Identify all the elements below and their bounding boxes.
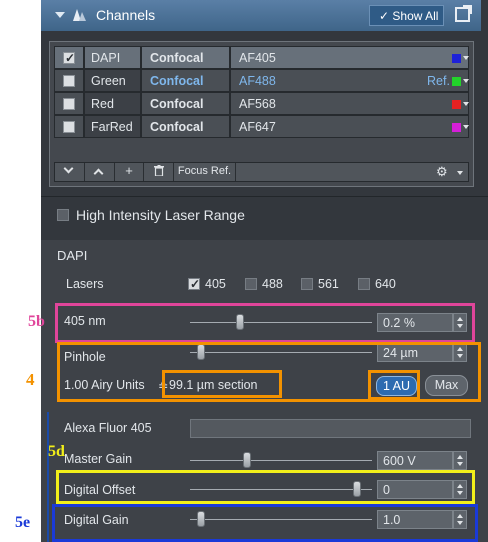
channel-dye-cell[interactable]: AF647	[230, 115, 469, 138]
annotation-label-4: 4	[26, 370, 35, 389]
channel-row-green[interactable]: Green Confocal AF488 Ref.	[54, 69, 469, 92]
annotation-box-section	[162, 370, 282, 398]
channel-color-swatch[interactable]	[452, 123, 461, 132]
channel-name[interactable]: DAPI	[84, 46, 141, 69]
channel-dye-cell[interactable]: AF568	[230, 92, 469, 115]
settings-dropdown-icon[interactable]	[457, 171, 463, 175]
channel-mode[interactable]: Confocal	[141, 92, 230, 115]
channels-header[interactable]: Channels ✓ Show All	[41, 0, 481, 31]
focus-ref-button[interactable]: Focus Ref.	[174, 163, 236, 181]
channel-color-swatch[interactable]	[452, 54, 461, 63]
master-gain-label: Master Gain	[64, 452, 133, 466]
channel-row-red[interactable]: Red Confocal AF568	[54, 92, 469, 115]
laser-label: 405	[205, 277, 226, 291]
channel-checkbox[interactable]	[63, 75, 75, 87]
annotation-box-5e	[52, 504, 478, 542]
channel-name[interactable]: Green	[84, 69, 141, 92]
checkbox-box[interactable]	[57, 209, 69, 221]
channel-dye: AF405	[239, 51, 276, 65]
channel-checkbox[interactable]	[63, 121, 75, 133]
laser-label: 640	[375, 277, 396, 291]
channel-dye-cell[interactable]: AF405	[230, 46, 469, 69]
chevron-up-icon	[93, 168, 104, 179]
divider	[41, 196, 488, 197]
channel-mode[interactable]: Confocal	[141, 69, 230, 92]
add-channel-button[interactable]: +	[115, 163, 144, 181]
move-down-button[interactable]	[55, 163, 85, 181]
checkbox-box[interactable]	[245, 278, 257, 290]
check-icon: ✓	[65, 51, 76, 65]
channel-name[interactable]: Red	[84, 92, 141, 115]
laser-label: 488	[262, 277, 283, 291]
master-gain-spinner[interactable]	[453, 451, 467, 470]
show-all-button[interactable]: ✓ Show All	[369, 5, 444, 26]
color-dropdown-icon[interactable]	[463, 56, 469, 60]
channel-table: ✓ DAPI Confocal AF405 Green Confocal AF4…	[49, 41, 474, 187]
collapse-arrow-icon[interactable]	[55, 12, 65, 18]
color-dropdown-icon[interactable]	[463, 102, 469, 106]
annotation-box-5d	[56, 470, 475, 504]
channel-dye-cell[interactable]: AF488 Ref.	[230, 69, 469, 92]
trash-icon	[153, 165, 164, 177]
master-gain-value[interactable]: 600 V	[377, 451, 453, 470]
move-up-button[interactable]	[85, 163, 115, 181]
section-title: DAPI	[57, 248, 88, 263]
annotation-label-5e: 5e	[15, 514, 31, 531]
checkbox-box[interactable]: ✓	[188, 277, 201, 291]
popout-icon[interactable]	[455, 5, 472, 22]
master-gain-slider-track[interactable]	[190, 460, 372, 461]
dye-name-field[interactable]	[190, 419, 471, 438]
channel-ref-label: Ref.	[427, 74, 450, 88]
channel-checkbox-cell[interactable]	[54, 69, 84, 92]
channel-checkbox[interactable]	[63, 98, 75, 110]
channel-mode[interactable]: Confocal	[141, 46, 230, 69]
annotation-label-5d: 5d	[48, 443, 65, 460]
delete-channel-button[interactable]	[144, 163, 174, 181]
channel-checkbox-cell[interactable]	[54, 115, 84, 138]
channel-dye: AF568	[239, 97, 276, 111]
color-dropdown-icon[interactable]	[463, 125, 469, 129]
laser-label: 561	[318, 277, 339, 291]
master-gain-slider-handle[interactable]	[243, 452, 251, 468]
checkbox-box[interactable]	[301, 278, 313, 290]
channel-dye: AF488	[239, 74, 276, 88]
check-icon: ✓	[190, 277, 201, 291]
color-dropdown-icon[interactable]	[463, 79, 469, 83]
channel-name[interactable]: FarRed	[84, 115, 141, 138]
channel-color-swatch[interactable]	[452, 77, 461, 86]
channel-checkbox[interactable]: ✓	[63, 51, 76, 65]
high-intensity-label: High Intensity Laser Range	[76, 207, 245, 223]
annotation-box-1au	[368, 370, 420, 400]
channels-icon	[73, 9, 86, 21]
checkbox-box[interactable]	[358, 278, 370, 290]
channel-checkbox-cell[interactable]	[54, 92, 84, 115]
channel-mode[interactable]: Confocal	[141, 115, 230, 138]
channel-row-dapi[interactable]: ✓ DAPI Confocal AF405	[54, 46, 469, 69]
detector-indicator-bar	[47, 412, 49, 542]
channel-color-swatch[interactable]	[452, 100, 461, 109]
annotation-box-5b	[55, 303, 475, 343]
channels-title: Channels	[96, 7, 156, 23]
gear-icon[interactable]: ⚙	[436, 164, 448, 180]
dye-name-label: Alexa Fluor 405	[64, 421, 152, 435]
channel-dye: AF647	[239, 120, 276, 134]
channel-checkbox-cell[interactable]: ✓	[54, 46, 84, 69]
channel-row-farred[interactable]: FarRed Confocal AF647	[54, 115, 469, 138]
annotation-label-5b: 5b	[28, 313, 45, 330]
chevron-down-icon	[63, 163, 74, 174]
channel-toolbar: + Focus Ref. ⚙	[54, 162, 469, 182]
lasers-label: Lasers	[66, 277, 104, 291]
